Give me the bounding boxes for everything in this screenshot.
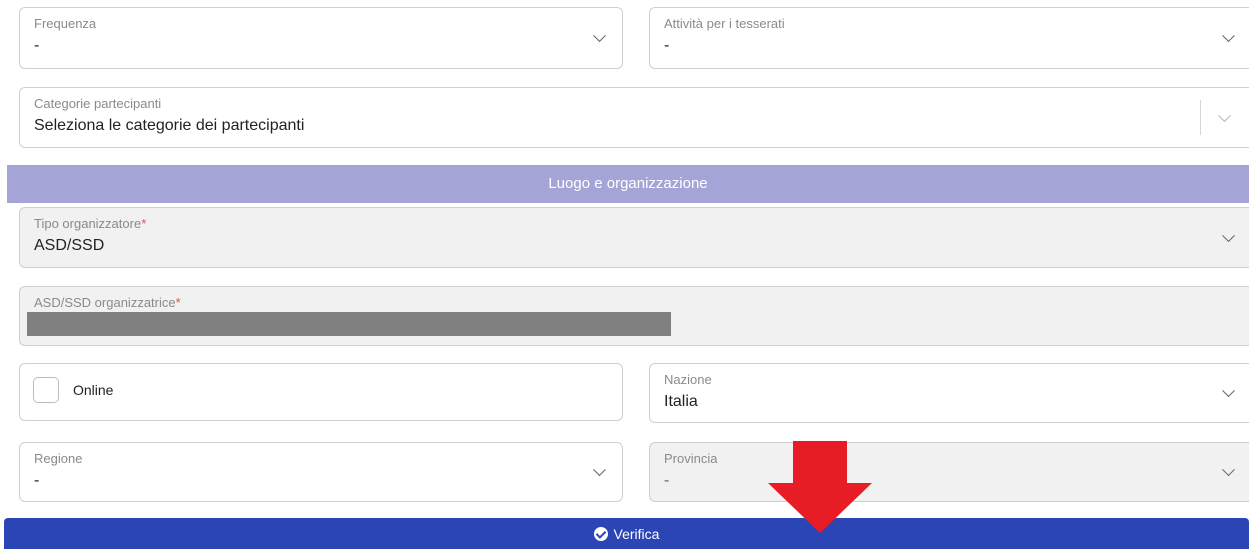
- chevron-down-icon: [593, 463, 606, 477]
- chevron-down-icon: [593, 29, 606, 43]
- nazione-label: Nazione: [664, 372, 712, 387]
- verifica-label: Verifica: [613, 525, 660, 542]
- frequenza-select[interactable]: Frequenza -: [19, 7, 623, 69]
- chevron-down-icon: [1222, 228, 1235, 242]
- provincia-select[interactable]: Provincia -: [649, 442, 1249, 502]
- required-mark: *: [175, 295, 181, 310]
- provincia-label: Provincia: [664, 451, 718, 466]
- categorie-partecipanti-label: Categorie partecipanti: [34, 96, 162, 111]
- verifica-button[interactable]: Verifica: [4, 518, 1249, 549]
- online-checkbox-field[interactable]: Online: [19, 363, 623, 421]
- required-mark: *: [141, 216, 147, 231]
- redacted-value: [27, 312, 671, 336]
- nazione-value: Italia: [664, 393, 698, 410]
- check-circle-icon: [593, 526, 608, 541]
- red-arrow-down-icon: [768, 441, 872, 533]
- regione-value: -: [34, 472, 40, 489]
- frequenza-value: -: [34, 37, 40, 54]
- nazione-select[interactable]: Nazione Italia: [649, 363, 1249, 423]
- chevron-down-icon: [1222, 463, 1235, 477]
- tipo-organizzatore-select[interactable]: Tipo organizzatore* ASD/SSD: [19, 207, 1249, 268]
- attivita-tesserati-select[interactable]: Attività per i tesserati -: [649, 7, 1249, 69]
- tipo-organizzatore-label: Tipo organizzatore*: [34, 216, 147, 231]
- frequenza-label: Frequenza: [34, 16, 97, 31]
- attivita-tesserati-label: Attività per i tesserati: [664, 16, 785, 31]
- asd-ssd-organizzatrice-label: ASD/SSD organizzatrice*: [34, 295, 181, 310]
- regione-label: Regione: [34, 451, 83, 466]
- attivita-tesserati-value: -: [664, 37, 670, 54]
- provincia-value: -: [664, 472, 670, 489]
- categorie-partecipanti-placeholder: Seleziona le categorie dei partecipanti: [34, 117, 305, 134]
- section-header-luogo-organizzazione: Luogo e organizzazione: [7, 165, 1249, 203]
- categorie-partecipanti-select[interactable]: Categorie partecipanti Seleziona le cate…: [19, 87, 1249, 148]
- online-checkbox[interactable]: [33, 377, 59, 403]
- select-divider: [1200, 100, 1201, 135]
- online-label: Online: [73, 382, 114, 398]
- chevron-down-icon: [1218, 108, 1231, 122]
- chevron-down-icon: [1222, 384, 1235, 398]
- tipo-organizzatore-value: ASD/SSD: [34, 237, 105, 254]
- chevron-down-icon: [1222, 29, 1235, 43]
- regione-select[interactable]: Regione -: [19, 442, 623, 502]
